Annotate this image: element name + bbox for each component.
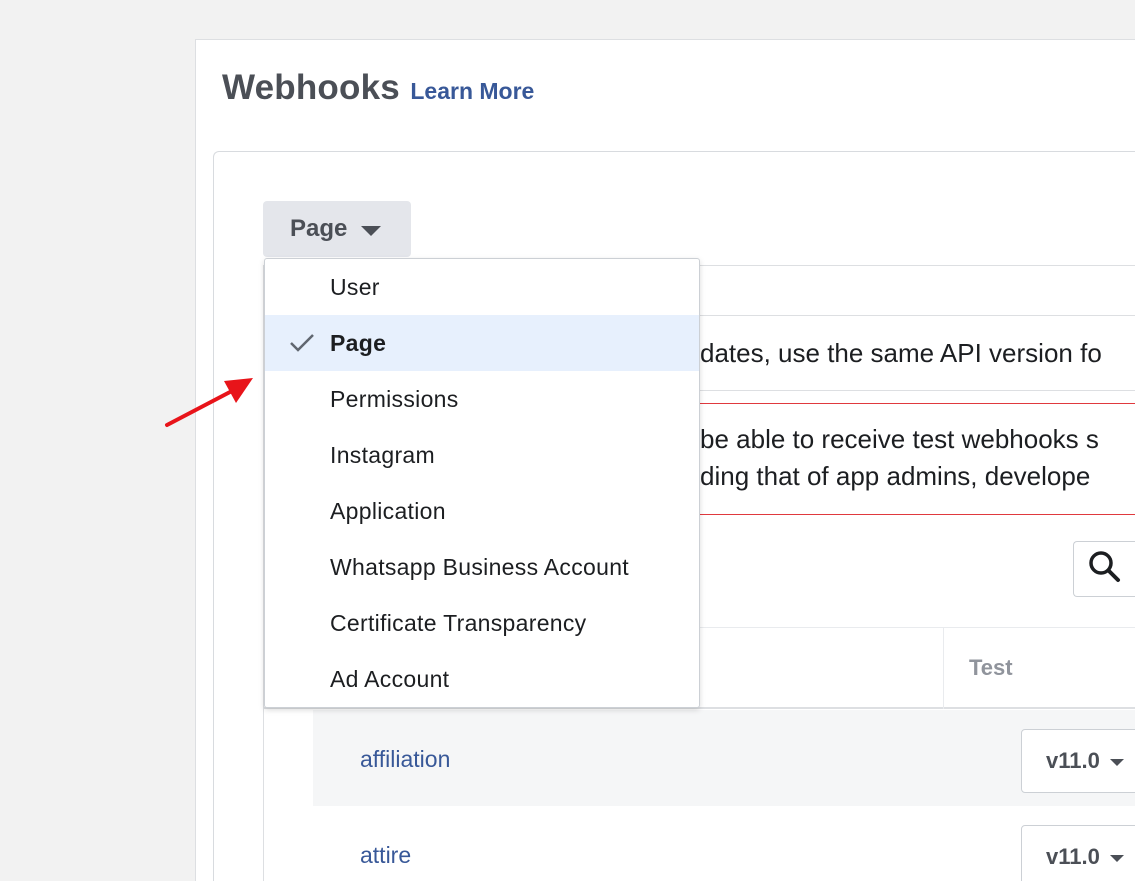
menu-item-label: User bbox=[330, 273, 380, 300]
version-select[interactable]: v11.0 bbox=[1021, 825, 1135, 881]
menu-item-ad-account[interactable]: Ad Account bbox=[265, 651, 699, 707]
object-type-label: Page bbox=[290, 215, 348, 242]
warning-text-line1: be able to receive test webhooks s bbox=[700, 424, 1099, 454]
chevron-down-icon bbox=[1109, 758, 1124, 766]
page-title: Webhooks bbox=[222, 68, 400, 107]
menu-item-application[interactable]: Application bbox=[265, 483, 699, 539]
menu-item-user[interactable]: User bbox=[265, 259, 699, 315]
object-type-dropdown-button[interactable]: Page bbox=[263, 201, 411, 257]
menu-item-page[interactable]: Page bbox=[265, 315, 699, 371]
menu-item-permissions[interactable]: Permissions bbox=[265, 371, 699, 427]
page-header: Webhooks Learn More bbox=[222, 68, 534, 108]
menu-item-label: Ad Account bbox=[330, 665, 450, 692]
search-icon bbox=[1088, 550, 1122, 589]
chevron-down-icon bbox=[1109, 854, 1124, 862]
learn-more-link[interactable]: Learn More bbox=[410, 78, 534, 104]
version-value: v11.0 bbox=[1046, 844, 1100, 869]
menu-item-label: Certificate Transparency bbox=[330, 609, 587, 636]
object-type-menu: User Page Permissions Instagram Applicat… bbox=[264, 258, 700, 708]
menu-item-label: Instagram bbox=[330, 441, 435, 468]
version-select[interactable]: v11.0 bbox=[1021, 729, 1135, 793]
menu-item-label: Permissions bbox=[330, 385, 459, 412]
red-arrow-annotation bbox=[160, 370, 260, 440]
menu-item-label: Whatsapp Business Account bbox=[330, 553, 629, 580]
search-input[interactable] bbox=[1073, 541, 1135, 597]
column-divider bbox=[943, 627, 944, 709]
warning-text-line2: ding that of app admins, develope bbox=[700, 461, 1091, 491]
menu-item-label: Application bbox=[330, 497, 446, 524]
table-row: attire v11.0 bbox=[313, 806, 1135, 881]
checkmark-icon bbox=[289, 332, 315, 359]
test-column-header: Test bbox=[969, 655, 1013, 680]
menu-item-certificate-transparency[interactable]: Certificate Transparency bbox=[265, 595, 699, 651]
menu-item-instagram[interactable]: Instagram bbox=[265, 427, 699, 483]
menu-item-whatsapp-business-account[interactable]: Whatsapp Business Account bbox=[265, 539, 699, 595]
table-row: affiliation v11.0 bbox=[313, 710, 1135, 806]
caret-down-icon bbox=[361, 225, 382, 236]
version-value: v11.0 bbox=[1046, 748, 1100, 773]
field-name-link[interactable]: attire bbox=[360, 842, 411, 869]
menu-item-label: Page bbox=[330, 329, 387, 356]
info-text: dates, use the same API version fo bbox=[700, 338, 1102, 368]
field-name-link[interactable]: affiliation bbox=[360, 746, 450, 773]
